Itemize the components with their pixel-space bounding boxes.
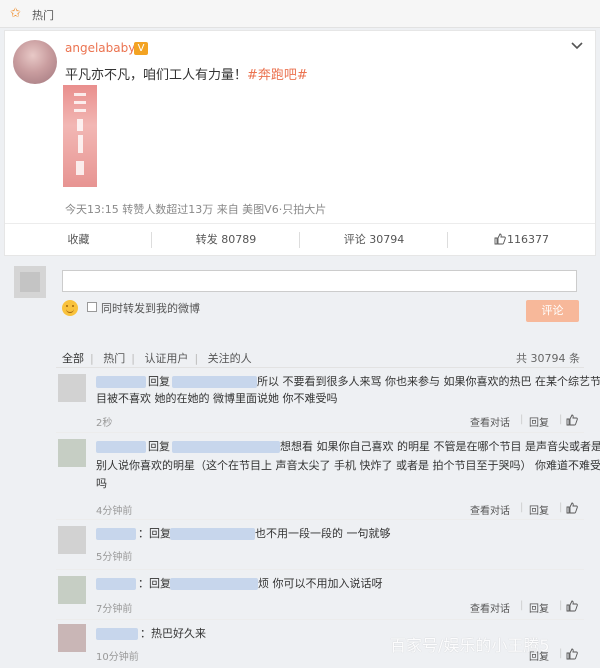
thumbs-up-icon[interactable]: [566, 648, 578, 660]
action-separator: |: [520, 502, 524, 513]
repost-checkbox-label: 同时转发到我的微博: [101, 302, 200, 315]
reply-prefix: ：回复: [138, 577, 171, 590]
top-bar: ✩ 热门: [0, 0, 600, 28]
verified-badge-icon: V: [134, 42, 148, 55]
reply-link[interactable]: 回复: [529, 502, 549, 517]
reply-target-name[interactable]: [170, 578, 258, 590]
filter-verified[interactable]: 认证用户: [144, 352, 188, 365]
view-conversation-link[interactable]: 查看对话: [470, 502, 510, 517]
comment-filters: 全部 | 热门 | 认证用户 | 关注的人: [62, 352, 252, 365]
favorite-button[interactable]: 收藏: [5, 224, 152, 256]
commenter-name[interactable]: [96, 528, 136, 540]
commenter-avatar[interactable]: [58, 374, 86, 402]
thumbs-up-icon[interactable]: [566, 414, 578, 426]
comment-text-line3: 吗: [96, 477, 107, 490]
comment-text-line2: 目被不喜欢 她的在她的 微博里面说她 你不难受吗: [96, 392, 338, 405]
watermark: 百家号/娱乐的小王腾5: [390, 636, 550, 655]
top-bar-title: 热门: [32, 9, 54, 22]
comment-text-line2: 别人说你喜欢的明星（这个在节目上 声音太尖了 手机 快炸了 或者是 拍个节目至于…: [96, 459, 600, 472]
post-text: 平凡亦不凡，咱们工人有力量！#奔跑吧#: [65, 64, 308, 83]
comment-text-line1: 烦 你可以不用加入说话呀: [258, 577, 383, 590]
commenter-avatar[interactable]: [58, 526, 86, 554]
post-image[interactable]: [63, 85, 97, 187]
repost-button[interactable]: 转发 80789: [152, 224, 300, 256]
post-card: angelababy V 平凡亦不凡，咱们工人有力量！#奔跑吧# 今天13:15…: [4, 30, 596, 256]
comment-label: 评论 30794: [343, 233, 405, 246]
filter-all[interactable]: 全部: [62, 352, 84, 365]
my-avatar: [14, 266, 46, 298]
comment-total: 共 30794 条: [516, 352, 580, 365]
post-username[interactable]: angelababy: [65, 41, 135, 55]
reply-prefix: 回复: [148, 440, 170, 453]
comment-text-line1: 想想看 如果你自己喜欢 的明星 不管是在哪个节目 是声音尖或者是哭了: [280, 440, 600, 453]
action-separator: |: [520, 414, 524, 425]
action-separator: |: [559, 600, 563, 611]
chevron-down-icon[interactable]: [569, 37, 585, 53]
like-button[interactable]: 116377: [448, 224, 595, 256]
like-count: 116377: [507, 233, 549, 246]
reply-target-name[interactable]: [172, 441, 280, 453]
post-actions: 收藏 转发 80789 评论 30794 116377: [5, 223, 595, 255]
comment-time: 5分钟前: [96, 552, 133, 563]
submit-comment-button[interactable]: 评论: [526, 300, 579, 322]
comment-input[interactable]: [62, 270, 577, 292]
filter-following[interactable]: 关注的人: [208, 352, 252, 365]
star-icon: ✩: [10, 6, 21, 21]
comment-item: ：回复 也不用一段一段的 一句就够 5分钟前: [0, 521, 600, 569]
action-separator: |: [559, 502, 563, 513]
post-body: 平凡亦不凡，咱们工人有力量！: [65, 68, 248, 83]
filter-hot[interactable]: 热门: [103, 352, 125, 365]
view-conversation-link[interactable]: 查看对话: [470, 600, 510, 615]
thumbs-up-icon[interactable]: [566, 502, 578, 514]
comment-item: 回复 想想看 如果你自己喜欢 的明星 不管是在哪个节目 是声音尖或者是哭了 别人…: [0, 434, 600, 520]
action-separator: |: [559, 414, 563, 425]
avatar[interactable]: [13, 40, 57, 84]
comment-text-line1: ：热巴好久来: [140, 627, 206, 640]
reply-link[interactable]: 回复: [529, 600, 549, 615]
action-separator: |: [520, 600, 524, 611]
thumbs-up-icon: [494, 233, 506, 245]
commenter-avatar[interactable]: [58, 439, 86, 467]
commenter-name[interactable]: [96, 628, 138, 640]
thumbs-up-icon[interactable]: [566, 600, 578, 612]
comment-item: 回复 所以 不要看到很多人来骂 你也来参与 如果你喜欢的热巴 在某个综艺节 目被…: [0, 369, 600, 435]
commenter-name[interactable]: [96, 578, 136, 590]
emoji-icon[interactable]: [62, 300, 78, 316]
reply-prefix: ：回复: [138, 527, 171, 540]
action-separator: |: [559, 648, 563, 659]
comment-section: 同时转发到我的微博 评论 全部 | 热门 | 认证用户 | 关注的人 共 30794 …: [0, 258, 600, 668]
hashtag-link[interactable]: #奔跑吧#: [247, 68, 308, 83]
post-meta: 今天13:15 转赞人数超过13万 来自 美图V6·只拍大片: [65, 203, 327, 216]
comment-text-line1: 也不用一段一段的 一句就够: [255, 527, 391, 540]
favorite-label: 收藏: [67, 233, 90, 246]
comment-item: ：回复 烦 你可以不用加入说话呀 7分钟前 查看对话 | 回复 |: [0, 571, 600, 621]
repost-checkbox[interactable]: [87, 302, 97, 312]
comment-button[interactable]: 评论 30794: [300, 224, 448, 256]
commenter-name[interactable]: [96, 441, 146, 453]
reply-target-name[interactable]: [172, 376, 257, 388]
reply-target-name[interactable]: [170, 528, 255, 540]
reply-link[interactable]: 回复: [529, 414, 549, 429]
commenter-name[interactable]: [96, 376, 146, 388]
view-conversation-link[interactable]: 查看对话: [470, 414, 510, 429]
repost-label: 转发 80789: [195, 233, 257, 246]
